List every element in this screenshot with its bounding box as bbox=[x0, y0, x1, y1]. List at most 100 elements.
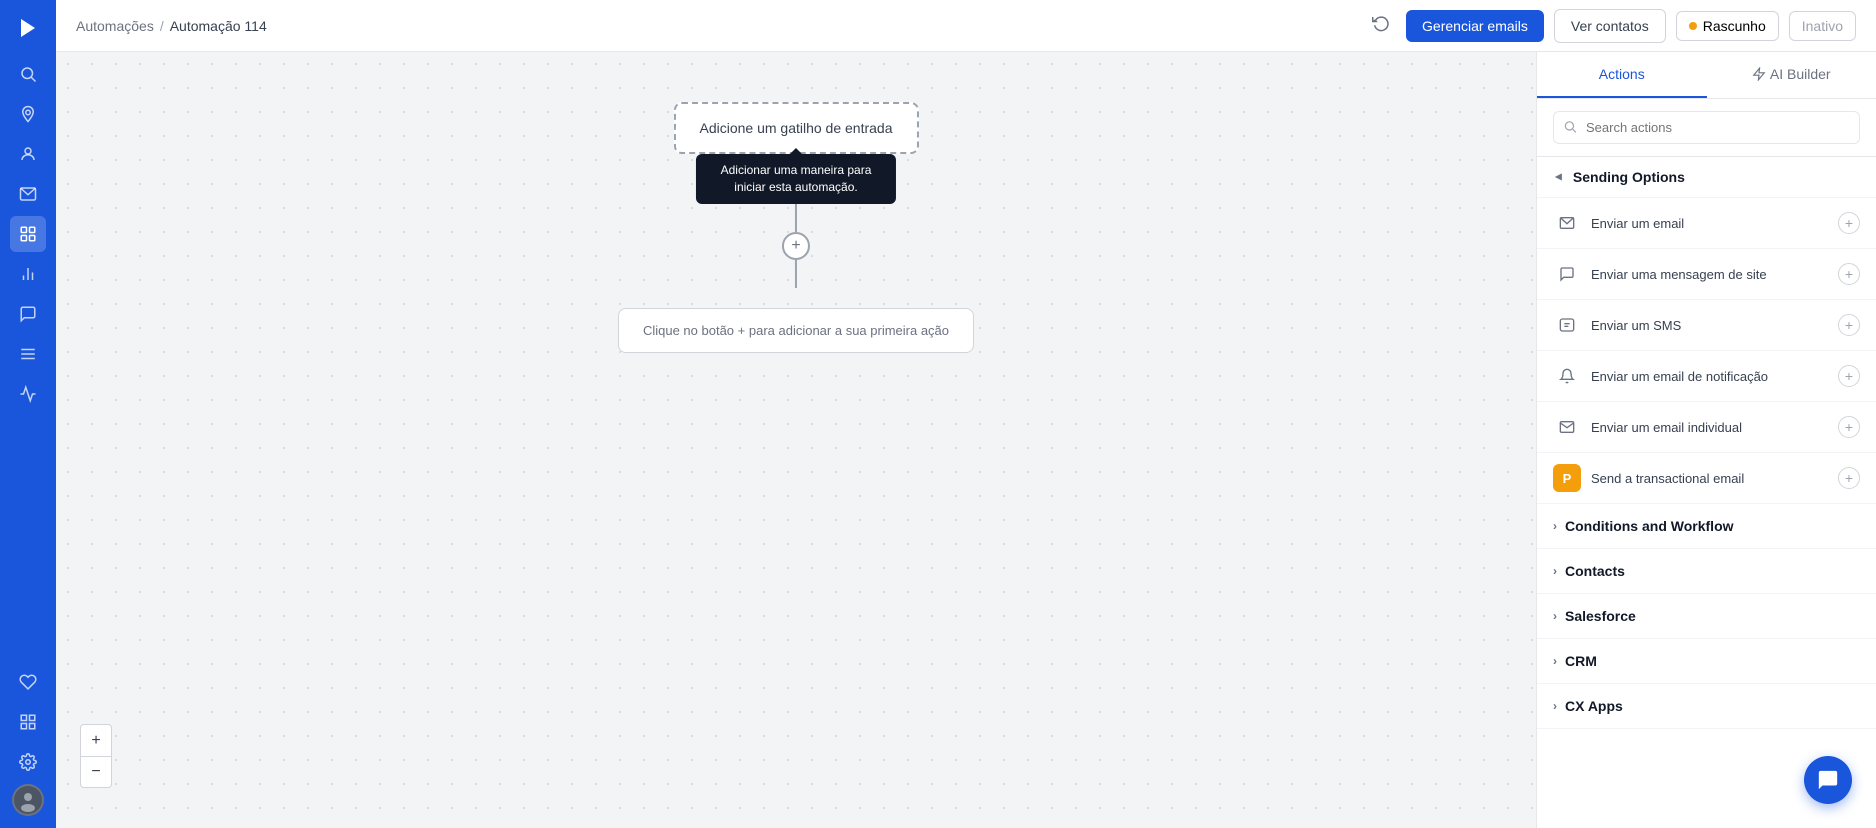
action-item-left: Enviar um email de notificação bbox=[1553, 362, 1768, 390]
section-contacts[interactable]: › Contacts bbox=[1537, 549, 1876, 594]
section-crm[interactable]: › CRM bbox=[1537, 639, 1876, 684]
sidebar-item-analytics[interactable] bbox=[10, 376, 46, 412]
sending-options-chevron: ▼ bbox=[1552, 171, 1566, 183]
action-item-transactional[interactable]: P Send a transactional email + bbox=[1537, 453, 1876, 504]
action-item-site-message[interactable]: Enviar uma mensagem de site + bbox=[1537, 249, 1876, 300]
avatar[interactable] bbox=[12, 784, 44, 816]
action-item-individual-email[interactable]: Enviar um email individual + bbox=[1537, 402, 1876, 453]
inactive-label: Inativo bbox=[1802, 18, 1843, 34]
action-item-individual-label: Enviar um email individual bbox=[1591, 420, 1742, 435]
notification-action-icon bbox=[1553, 362, 1581, 390]
section-sending-options[interactable]: ▼ Sending Options bbox=[1537, 157, 1876, 198]
sidebar-item-chat[interactable] bbox=[10, 296, 46, 332]
sidebar bbox=[0, 0, 56, 828]
action-item-left: Enviar um email individual bbox=[1553, 413, 1742, 441]
action-item-sms-label: Enviar um SMS bbox=[1591, 318, 1681, 333]
conditions-label: Conditions and Workflow bbox=[1565, 518, 1734, 534]
action-item-left: Enviar um email bbox=[1553, 209, 1684, 237]
tab-actions[interactable]: Actions bbox=[1537, 52, 1707, 98]
add-notification-button[interactable]: + bbox=[1838, 365, 1860, 387]
trigger-label: Adicione um gatilho de entrada bbox=[699, 120, 892, 136]
site-message-action-icon bbox=[1553, 260, 1581, 288]
zoom-in-button[interactable]: + bbox=[80, 724, 112, 756]
right-panel: Actions AI Builder ▼ Sending Options bbox=[1536, 52, 1876, 828]
topbar: Automações / Automação 114 Gerenciar ema… bbox=[56, 0, 1876, 52]
draft-status-badge[interactable]: Rascunho bbox=[1676, 11, 1779, 41]
inactive-status-badge[interactable]: Inativo bbox=[1789, 11, 1856, 41]
individual-email-icon bbox=[1553, 413, 1581, 441]
action-item-left: P Send a transactional email bbox=[1553, 464, 1744, 492]
section-salesforce[interactable]: › Salesforce bbox=[1537, 594, 1876, 639]
section-conditions-workflow[interactable]: › Conditions and Workflow bbox=[1537, 504, 1876, 549]
draft-label: Rascunho bbox=[1703, 18, 1766, 34]
sidebar-item-search[interactable] bbox=[10, 56, 46, 92]
zoom-out-button[interactable]: − bbox=[80, 756, 112, 788]
add-individual-email-button[interactable]: + bbox=[1838, 416, 1860, 438]
add-action-button[interactable]: + bbox=[782, 232, 810, 260]
zoom-controls: + − bbox=[80, 724, 112, 788]
cx-apps-chevron: › bbox=[1553, 699, 1557, 713]
email-action-icon bbox=[1553, 209, 1581, 237]
trigger-tooltip: Adicionar uma maneira para iniciar esta … bbox=[696, 154, 896, 204]
action-item-left: Enviar um SMS bbox=[1553, 311, 1681, 339]
breadcrumb-automacoes[interactable]: Automações bbox=[76, 18, 154, 34]
hint-text: Clique no botão + para adicionar a sua p… bbox=[643, 323, 949, 338]
sidebar-item-heart[interactable] bbox=[10, 664, 46, 700]
sidebar-item-location[interactable] bbox=[10, 96, 46, 132]
add-icon: + bbox=[791, 237, 800, 255]
connector-line-2 bbox=[795, 260, 797, 288]
salesforce-label: Salesforce bbox=[1565, 608, 1636, 624]
add-sms-button[interactable]: + bbox=[1838, 314, 1860, 336]
connector-line-1 bbox=[795, 204, 797, 232]
sidebar-item-segments[interactable] bbox=[10, 336, 46, 372]
sidebar-item-contacts[interactable] bbox=[10, 136, 46, 172]
sidebar-item-email[interactable] bbox=[10, 176, 46, 212]
salesforce-chevron: › bbox=[1553, 609, 1557, 623]
sidebar-item-automations[interactable] bbox=[10, 216, 46, 252]
action-item-email-label: Enviar um email bbox=[1591, 216, 1684, 231]
search-wrap bbox=[1553, 111, 1860, 144]
draft-dot bbox=[1689, 22, 1697, 30]
search-input[interactable] bbox=[1553, 111, 1860, 144]
breadcrumb-separator: / bbox=[160, 18, 164, 34]
main-area: Automações / Automação 114 Gerenciar ema… bbox=[56, 0, 1876, 828]
sidebar-item-reports[interactable] bbox=[10, 256, 46, 292]
contacts-label: Contacts bbox=[1565, 563, 1625, 579]
crm-chevron: › bbox=[1553, 654, 1557, 668]
tooltip-text: Adicionar uma maneira para iniciar esta … bbox=[721, 163, 872, 194]
hint-node: Clique no botão + para adicionar a sua p… bbox=[618, 308, 974, 353]
section-cx-apps[interactable]: › CX Apps bbox=[1537, 684, 1876, 729]
add-site-message-button[interactable]: + bbox=[1838, 263, 1860, 285]
tab-ai-builder-label: AI Builder bbox=[1770, 66, 1831, 82]
sending-options-label: Sending Options bbox=[1573, 169, 1685, 185]
contacts-chevron: › bbox=[1553, 564, 1557, 578]
action-item-transactional-label: Send a transactional email bbox=[1591, 471, 1744, 486]
panel-tabs: Actions AI Builder bbox=[1537, 52, 1876, 99]
action-item-left: Enviar uma mensagem de site bbox=[1553, 260, 1767, 288]
breadcrumb-current: Automação 114 bbox=[170, 18, 267, 34]
postmark-icon: P bbox=[1553, 464, 1581, 492]
sidebar-item-grid[interactable] bbox=[10, 704, 46, 740]
view-contacts-button[interactable]: Ver contatos bbox=[1554, 9, 1666, 43]
action-item-site-label: Enviar uma mensagem de site bbox=[1591, 267, 1767, 282]
canvas-area[interactable]: Adicione um gatilho de entrada Adicionar… bbox=[56, 52, 1536, 828]
sidebar-item-settings[interactable] bbox=[10, 744, 46, 780]
action-item-sms[interactable]: Enviar um SMS + bbox=[1537, 300, 1876, 351]
add-email-action-button[interactable]: + bbox=[1838, 212, 1860, 234]
manage-emails-button[interactable]: Gerenciar emails bbox=[1406, 10, 1544, 42]
search-icon bbox=[1563, 119, 1577, 136]
sidebar-logo[interactable] bbox=[12, 12, 44, 44]
action-item-notification-label: Enviar um email de notificação bbox=[1591, 369, 1768, 384]
action-item-notification[interactable]: Enviar um email de notificação + bbox=[1537, 351, 1876, 402]
crm-label: CRM bbox=[1565, 653, 1597, 669]
sms-action-icon bbox=[1553, 311, 1581, 339]
history-button[interactable] bbox=[1366, 8, 1396, 43]
chat-support-button[interactable] bbox=[1804, 756, 1852, 804]
add-transactional-button[interactable]: + bbox=[1838, 467, 1860, 489]
search-container bbox=[1537, 99, 1876, 157]
action-item-email[interactable]: Enviar um email + bbox=[1537, 198, 1876, 249]
topbar-actions: Gerenciar emails Ver contatos Rascunho I… bbox=[1366, 8, 1856, 43]
tab-ai-builder[interactable]: AI Builder bbox=[1707, 52, 1876, 98]
breadcrumb: Automações / Automação 114 bbox=[76, 18, 267, 34]
trigger-node[interactable]: Adicione um gatilho de entrada bbox=[673, 102, 918, 154]
